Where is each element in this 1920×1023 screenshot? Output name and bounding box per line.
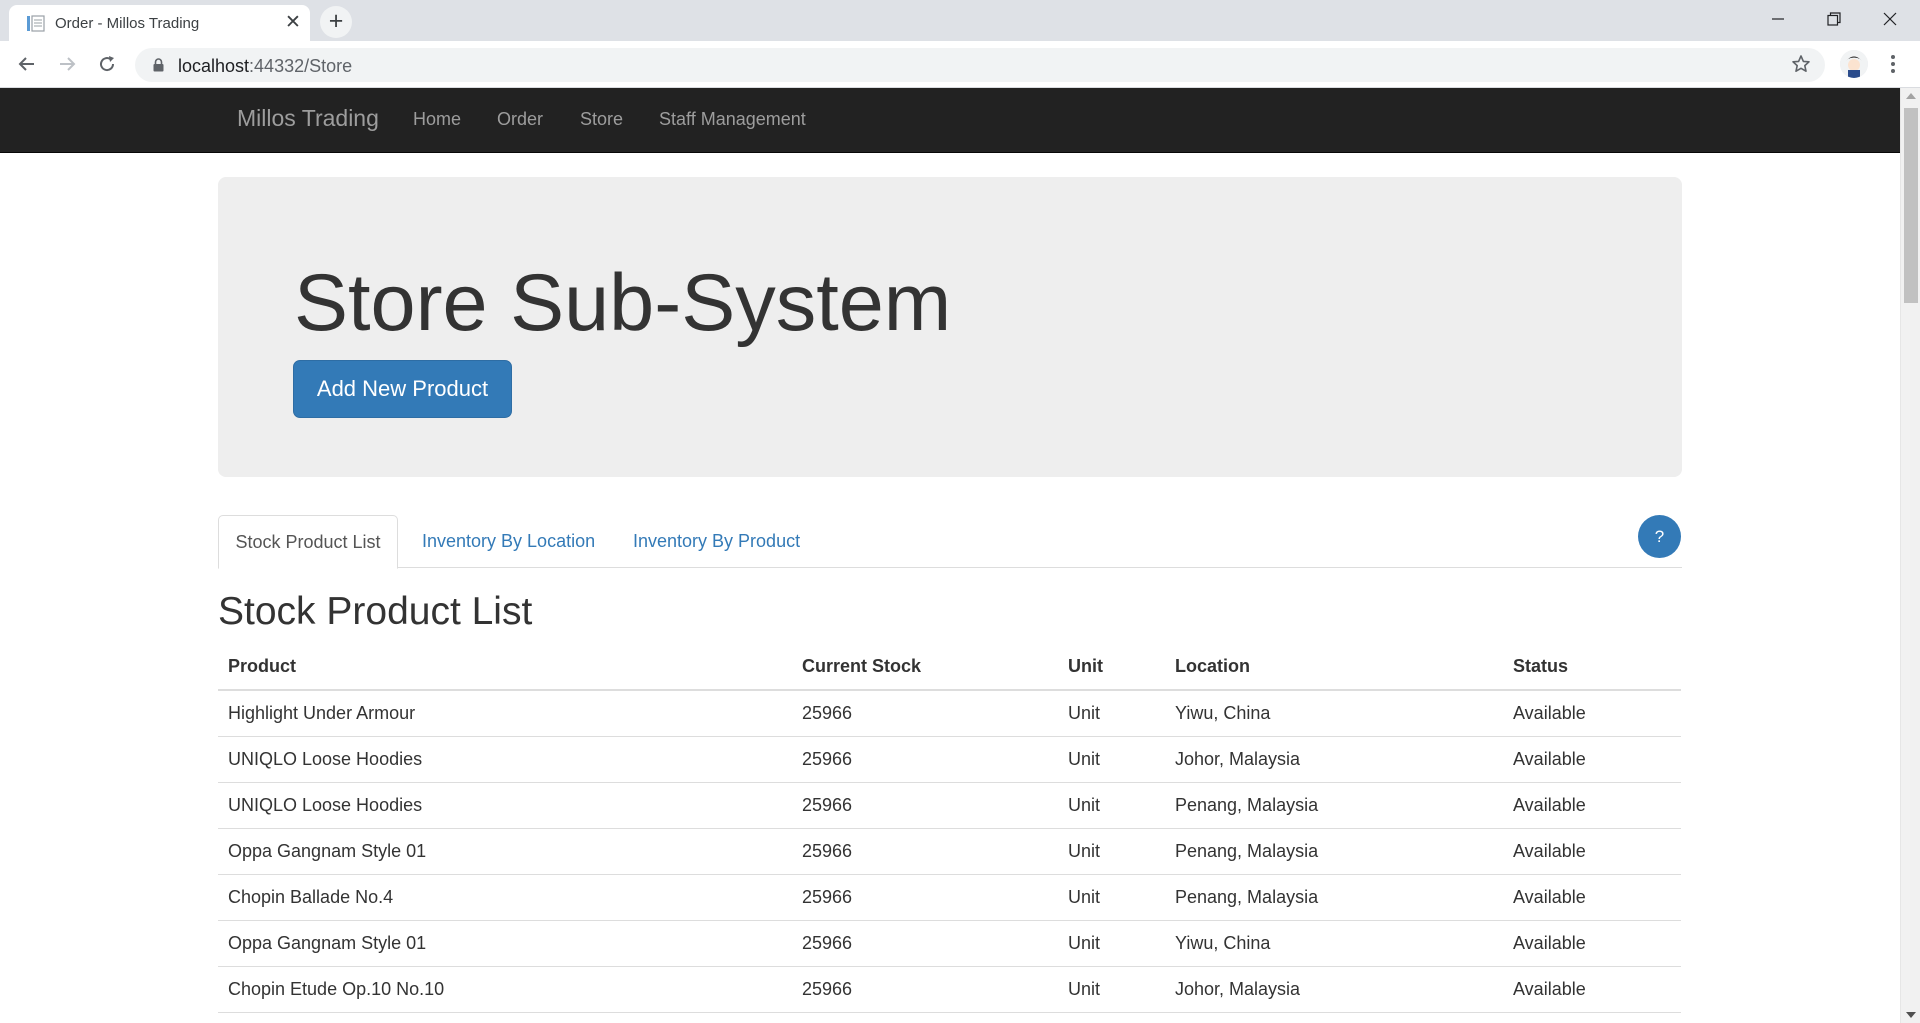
stock-product-table: Product Current Stock Unit Location Stat… — [218, 643, 1681, 1013]
close-tab-icon[interactable]: ✕ — [283, 13, 303, 33]
reload-icon[interactable] — [92, 49, 122, 79]
table-row: Chopin Etude Op.10 No.10 25966 Unit Joho… — [218, 966, 1681, 1013]
tab-title: Order - Millos Trading — [55, 15, 200, 32]
scroll-down-arrow-icon[interactable] — [1906, 1012, 1916, 1018]
url-path: :44332/Store — [249, 56, 353, 76]
close-window-icon[interactable] — [1862, 0, 1918, 40]
cell-status: Available — [1503, 690, 1681, 737]
nav-link-staff-management[interactable]: Staff Management — [659, 109, 806, 130]
table-header-row: Product Current Stock Unit Location Stat… — [218, 643, 1681, 691]
cell-status: Available — [1503, 782, 1681, 829]
column-header-status: Status — [1503, 643, 1681, 691]
restore-window-icon[interactable] — [1806, 0, 1862, 40]
cell-current-stock: 25966 — [792, 828, 1058, 875]
section-title: Stock Product List — [218, 590, 533, 633]
page-scrollbar[interactable] — [1900, 88, 1920, 1023]
cell-unit: Unit — [1058, 966, 1165, 1013]
column-header-current-stock: Current Stock — [792, 643, 1058, 691]
tab-inventory-by-product[interactable]: Inventory By Product — [633, 515, 800, 568]
cell-product: Chopin Etude Op.10 No.10 — [218, 966, 792, 1013]
cell-unit: Unit — [1058, 690, 1165, 737]
cell-location: Penang, Malaysia — [1165, 828, 1503, 875]
site-navbar: Millos Trading Home Order Store Staff Ma… — [0, 88, 1900, 153]
tab-inventory-by-location[interactable]: Inventory By Location — [422, 515, 595, 568]
scroll-up-arrow-icon[interactable] — [1906, 93, 1916, 99]
page-title: Store Sub-System — [294, 258, 952, 348]
cell-current-stock: 25966 — [792, 966, 1058, 1013]
url-host: localhost — [178, 56, 250, 76]
cell-current-stock: 25966 — [792, 782, 1058, 829]
column-header-location: Location — [1165, 643, 1503, 691]
cell-status: Available — [1503, 736, 1681, 783]
table-body: Highlight Under Armour 25966 Unit Yiwu, … — [218, 690, 1681, 1013]
content-tabs: Stock Product List Inventory By Location… — [218, 515, 1682, 569]
cell-unit: Unit — [1058, 782, 1165, 829]
page-viewport: Millos Trading Home Order Store Staff Ma… — [0, 88, 1900, 1023]
navbar-brand[interactable]: Millos Trading — [237, 105, 379, 132]
page-favicon-icon — [26, 15, 45, 32]
back-arrow-icon[interactable] — [12, 49, 42, 79]
cell-status: Available — [1503, 828, 1681, 875]
cell-product: UNIQLO Loose Hoodies — [218, 782, 792, 829]
table-row: Chopin Ballade No.4 25966 Unit Penang, M… — [218, 874, 1681, 921]
cell-unit: Unit — [1058, 920, 1165, 967]
kebab-menu-icon[interactable] — [1881, 51, 1905, 77]
cell-current-stock: 25966 — [792, 874, 1058, 921]
cell-status: Available — [1503, 920, 1681, 967]
cell-unit: Unit — [1058, 874, 1165, 921]
cell-unit: Unit — [1058, 736, 1165, 783]
table-row: Oppa Gangnam Style 01 25966 Unit Yiwu, C… — [218, 920, 1681, 967]
column-header-unit: Unit — [1058, 643, 1165, 691]
browser-tabstrip: Order - Millos Trading ✕ + — [0, 0, 1920, 41]
profile-avatar[interactable] — [1840, 50, 1868, 78]
cell-location: Johor, Malaysia — [1165, 966, 1503, 1013]
table-row: UNIQLO Loose Hoodies 25966 Unit Penang, … — [218, 782, 1681, 829]
add-new-product-button[interactable]: Add New Product — [293, 360, 512, 418]
cell-status: Available — [1503, 966, 1681, 1013]
new-tab-button[interactable]: + — [320, 6, 352, 38]
table-row: UNIQLO Loose Hoodies 25966 Unit Johor, M… — [218, 736, 1681, 783]
table-row: Highlight Under Armour 25966 Unit Yiwu, … — [218, 690, 1681, 737]
lock-icon[interactable] — [153, 58, 164, 77]
browser-tab[interactable]: Order - Millos Trading ✕ — [9, 5, 310, 41]
cell-location: Yiwu, China — [1165, 920, 1503, 967]
cell-product: Chopin Ballade No.4 — [218, 874, 792, 921]
scrollbar-thumb[interactable] — [1904, 108, 1918, 303]
cell-product: Highlight Under Armour — [218, 690, 792, 737]
cell-current-stock: 25966 — [792, 920, 1058, 967]
cell-status: Available — [1503, 874, 1681, 921]
cell-current-stock: 25966 — [792, 736, 1058, 783]
cell-location: Penang, Malaysia — [1165, 782, 1503, 829]
tab-stock-product-list[interactable]: Stock Product List — [218, 515, 398, 569]
address-bar[interactable]: localhost:44332/Store — [135, 48, 1825, 82]
table-row: Oppa Gangnam Style 01 25966 Unit Penang,… — [218, 828, 1681, 875]
jumbotron: Store Sub-System Add New Product — [218, 177, 1682, 477]
cell-location: Yiwu, China — [1165, 690, 1503, 737]
column-header-product: Product — [218, 643, 792, 691]
cell-current-stock: 25966 — [792, 690, 1058, 737]
cell-product: Oppa Gangnam Style 01 — [218, 920, 792, 967]
nav-link-home[interactable]: Home — [413, 109, 461, 130]
cell-product: UNIQLO Loose Hoodies — [218, 736, 792, 783]
forward-arrow-icon[interactable] — [52, 49, 82, 79]
cell-unit: Unit — [1058, 828, 1165, 875]
nav-link-store[interactable]: Store — [580, 109, 623, 130]
cell-product: Oppa Gangnam Style 01 — [218, 828, 792, 875]
nav-link-order[interactable]: Order — [497, 109, 543, 130]
help-button[interactable]: ? — [1638, 515, 1681, 558]
minimize-window-icon[interactable] — [1750, 0, 1806, 40]
browser-toolbar: localhost:44332/Store — [0, 41, 1920, 88]
cell-location: Penang, Malaysia — [1165, 874, 1503, 921]
cell-location: Johor, Malaysia — [1165, 736, 1503, 783]
url-text[interactable]: localhost:44332/Store — [178, 56, 352, 77]
bookmark-star-icon[interactable] — [1791, 54, 1811, 79]
